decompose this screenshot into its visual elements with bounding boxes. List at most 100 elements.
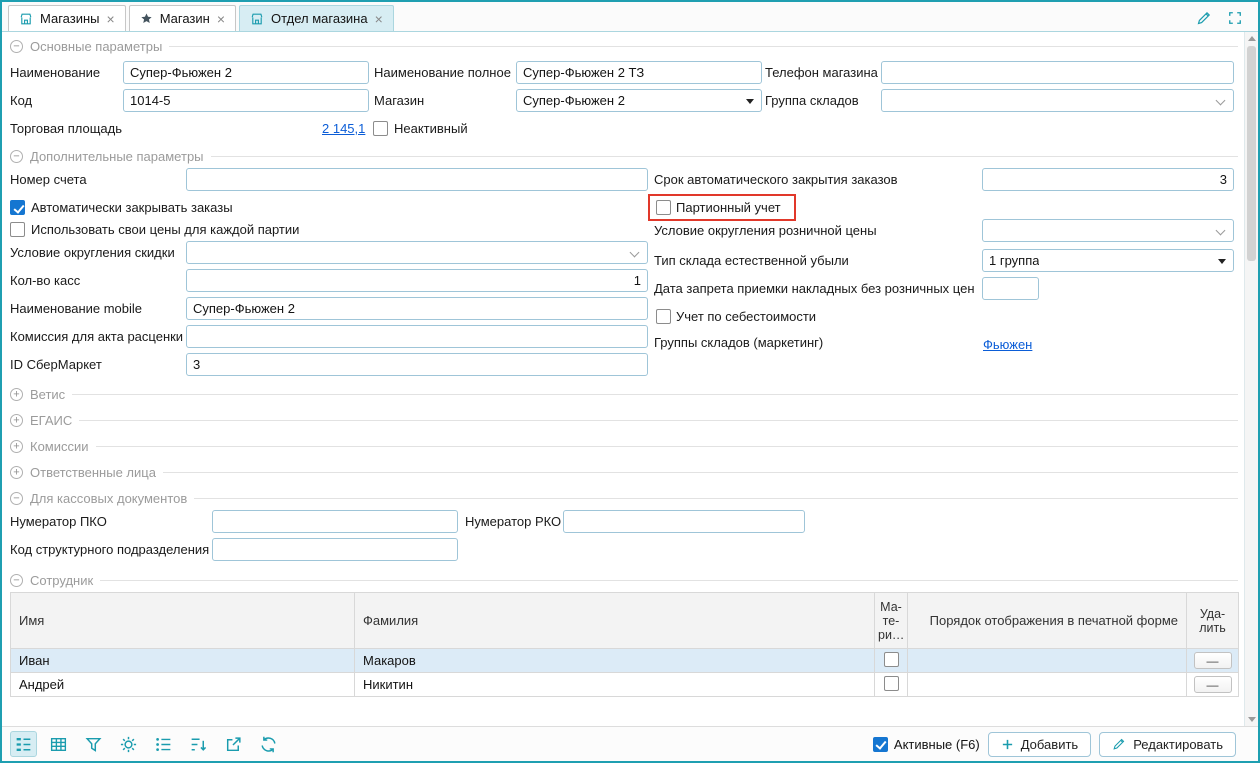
discount-rounding-label: Условие округления скидки [10,241,175,264]
vertical-scrollbar[interactable] [1244,32,1258,726]
column-header-name[interactable]: Имя [11,593,355,649]
expand-icon[interactable] [10,466,23,479]
scrollbar-thumb[interactable] [1247,46,1256,261]
selected-value: 1 группа [989,253,1039,268]
add-button[interactable]: Добавить [988,732,1091,757]
column-header-material[interactable]: Ма- те- ри… [875,593,908,649]
code-input[interactable] [123,89,369,112]
retail-rounding-select[interactable] [982,219,1234,242]
auto-close-orders-checkbox[interactable] [10,200,25,215]
full-name-input[interactable] [516,61,762,84]
refresh-button[interactable] [255,731,282,757]
section-header-additional-params[interactable]: Дополнительные параметры [10,148,1238,165]
pko-input[interactable] [212,510,458,533]
settings-button[interactable] [115,731,142,757]
delete-row-button[interactable]: — [1194,652,1232,669]
code-label: Код [10,89,32,112]
natural-loss-type-label: Тип склада естественной убыли [654,249,849,272]
division-code-input[interactable] [212,538,458,561]
collapse-icon[interactable] [10,40,23,53]
phone-input[interactable] [881,61,1234,84]
delete-row-button[interactable]: — [1194,676,1232,693]
rko-input[interactable] [563,510,805,533]
sort-filter-button[interactable] [185,731,212,757]
section-header-commissions[interactable]: Комиссии [10,438,1238,455]
tab-store-department[interactable]: Отдел магазина [239,5,394,31]
name-mobile-input[interactable] [186,297,648,320]
section-title: ЕГАИС [30,413,72,428]
close-icon[interactable] [107,12,115,26]
scroll-up-icon[interactable] [1248,36,1256,41]
active-filter: Активные (F6) [873,737,980,752]
trade-area-link[interactable]: 2 145,1 [322,117,365,140]
plus-icon [1001,738,1014,751]
collapse-icon[interactable] [10,492,23,505]
tab-stores[interactable]: Магазины [8,5,126,31]
edit-pencil-icon[interactable] [1196,10,1212,26]
marketing-groups-link[interactable]: Фьюжен [983,333,1032,356]
expand-icon[interactable] [10,440,23,453]
natural-loss-type-select[interactable]: 1 группа [982,249,1234,272]
close-icon[interactable] [217,12,225,26]
shop-icon [250,12,264,26]
chevron-down-icon [1218,259,1226,264]
app-window: Магазины Магазин Отдел магазина [0,0,1260,763]
collapse-icon[interactable] [10,574,23,587]
section-header-employee[interactable]: Сотрудник [10,572,1238,589]
section-header-egais[interactable]: ЕГАИС [10,412,1238,429]
maximize-icon[interactable] [1228,11,1242,25]
column-header-surname[interactable]: Фамилия [355,593,875,649]
edit-button[interactable]: Редактировать [1099,732,1236,757]
column-header-delete[interactable]: Уда- лить [1187,593,1239,649]
filter-button[interactable] [80,731,107,757]
scroll-down-icon[interactable] [1248,717,1256,722]
collapse-icon[interactable] [10,150,23,163]
cost-accounting-checkbox[interactable] [656,309,671,324]
tab-label: Отдел магазина [271,11,368,26]
employee-row[interactable]: Андрей Никитин — [11,673,1239,697]
employee-surname-cell: Никитин [355,673,875,697]
chevron-down-icon [1216,226,1226,236]
section-title: Для кассовых документов [30,491,187,506]
employee-row[interactable]: Иван Макаров — [11,649,1239,673]
cash-desks-label: Кол-во касс [10,269,80,292]
section-header-main-params[interactable]: Основные параметры [10,38,1238,55]
full-name-label: Наименование полное [374,61,511,84]
store-select[interactable]: Супер-Фьюжен 2 [516,89,762,112]
cash-desks-input[interactable] [186,269,648,292]
warehouse-group-select[interactable] [881,89,1234,112]
material-checkbox[interactable] [884,676,899,691]
active-filter-checkbox[interactable] [873,737,888,752]
discount-rounding-select[interactable] [186,241,648,264]
section-header-responsible-persons[interactable]: Ответственные лица [10,464,1238,481]
section-header-cash-documents[interactable]: Для кассовых документов [10,490,1238,507]
sbermarket-id-label: ID СберМаркет [10,353,102,376]
own-prices-checkbox[interactable] [10,222,25,237]
column-header-print-order[interactable]: Порядок отображения в печатной форме [908,593,1187,649]
open-external-button[interactable] [220,731,247,757]
auto-close-term-input[interactable] [982,168,1234,191]
tab-store[interactable]: Магазин [129,5,236,31]
employee-name-cell: Андрей [11,673,355,697]
close-icon[interactable] [375,12,383,26]
open-external-icon [224,735,243,754]
tab-label: Магазины [40,11,100,26]
print-order-cell [908,673,1187,697]
chevron-down-icon [1216,96,1226,106]
numbered-list-button[interactable] [150,731,177,757]
name-input[interactable] [123,61,369,84]
table-view-button[interactable] [45,731,72,757]
expand-icon[interactable] [10,414,23,427]
section-divider [72,394,1238,395]
ban-date-input[interactable] [982,277,1039,300]
sbermarket-id-input[interactable] [186,353,648,376]
material-checkbox[interactable] [884,652,899,667]
section-header-vetis[interactable]: Ветис [10,386,1238,403]
inactive-checkbox[interactable] [373,121,388,136]
account-number-input[interactable] [186,168,648,191]
view-list-button[interactable] [10,731,37,757]
commission-act-input[interactable] [186,325,648,348]
batch-accounting-checkbox[interactable] [656,200,671,215]
expand-icon[interactable] [10,388,23,401]
ban-date-label: Дата запрета приемки накладных без розни… [654,277,975,300]
